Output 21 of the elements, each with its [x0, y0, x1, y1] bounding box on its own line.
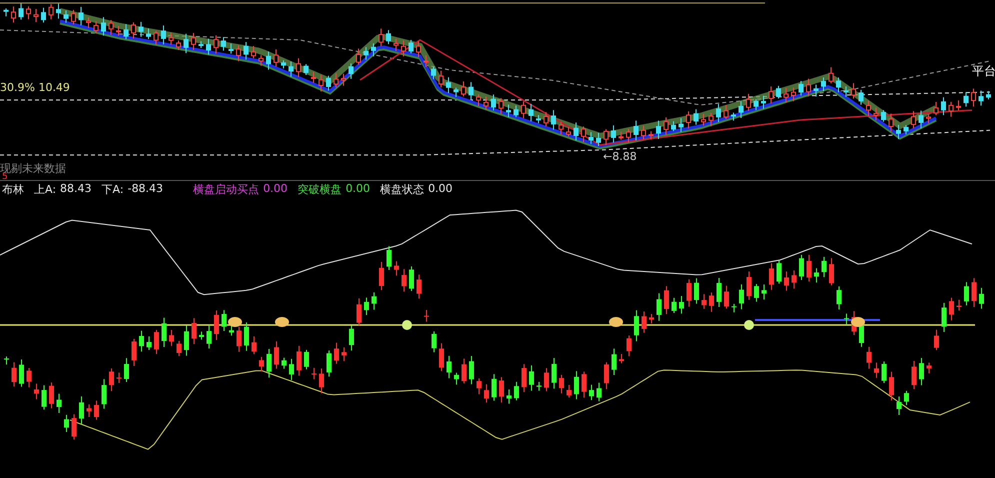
buy-signal-icon — [228, 317, 242, 327]
indicator-value: -88.43 — [128, 182, 164, 197]
indicator-name: 突破横盘 — [298, 182, 342, 197]
indicator-value: 88.43 — [60, 182, 92, 197]
indicator-value: 0.00 — [346, 182, 370, 197]
platform-label: 平台 — [972, 63, 995, 80]
indicator-title: 布林 — [2, 182, 24, 197]
low-price-label: ←8.88 — [603, 150, 637, 163]
signal-dot-icon — [402, 320, 412, 330]
indicator-value: 0.00 — [263, 182, 288, 197]
indicator-value: 0.00 — [428, 182, 453, 197]
buy-signal-icon — [609, 317, 623, 327]
indicator-name: 横盘状态 — [380, 182, 424, 197]
signal-dot-icon — [744, 320, 754, 330]
indicator-name: 下A: — [102, 182, 124, 197]
buy-signal-icon — [275, 317, 289, 327]
indicator-name: 横盘启动买点 — [193, 182, 260, 197]
indicator-name: 上A: — [34, 182, 56, 197]
buy-signal-icon — [851, 317, 865, 327]
period-label: 5 — [2, 173, 8, 182]
price-range-label: 30.9% 10.49 — [0, 81, 70, 94]
